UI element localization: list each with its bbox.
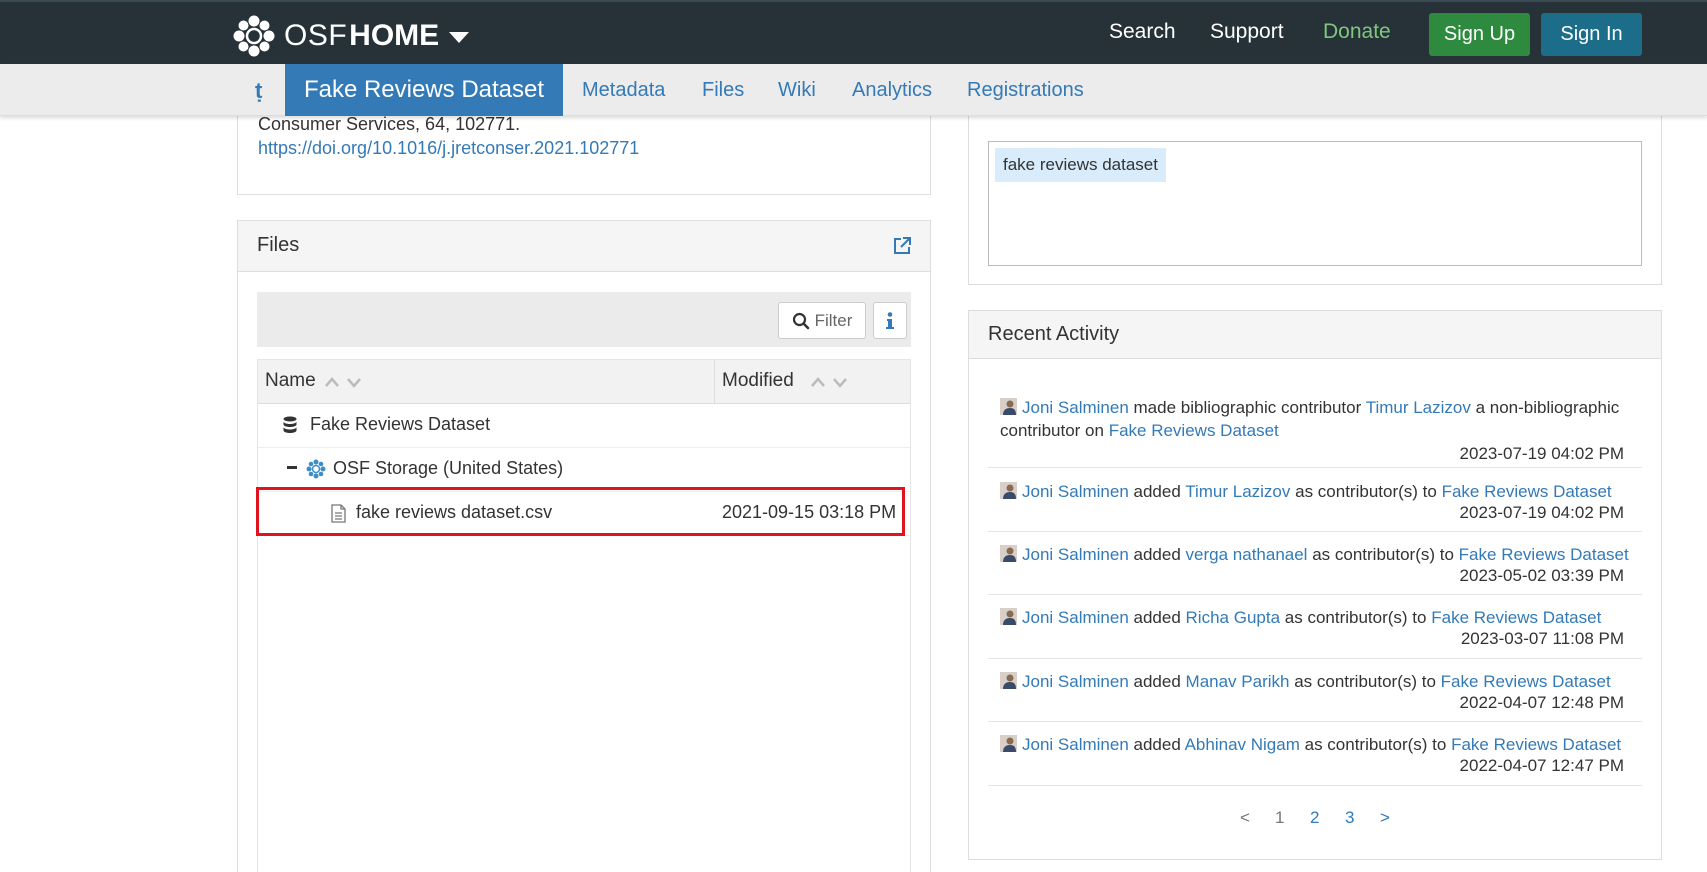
activity-date: 2023-07-19 04:02 PM (1459, 444, 1624, 463)
sign-up-button[interactable]: Sign Up (1429, 13, 1530, 56)
top-navbar: OSF HOME Search Support Donate Sign Up S… (0, 0, 1707, 64)
activity-project-link[interactable]: Fake Reviews Dataset (1442, 482, 1612, 501)
activity-item: Joni Salminen added Timur Lazizov as con… (988, 468, 1642, 532)
pager-page-2[interactable]: 2 (1310, 808, 1319, 828)
osf-home-brand[interactable]: OSF HOME (232, 14, 470, 58)
column-name-header: Name (265, 370, 316, 391)
nav-donate-link[interactable]: Donate (1323, 20, 1391, 44)
activity-item: Joni Salminen added Manav Parikh as cont… (988, 659, 1642, 722)
file-row-project[interactable]: Fake Reviews Dataset (258, 404, 910, 448)
activity-user-link[interactable]: Joni Salminen (1022, 608, 1129, 627)
tags-panel: fake reviews dataset (968, 100, 1662, 285)
osf-logo-icon (233, 15, 275, 57)
activity-project-link[interactable]: Fake Reviews Dataset (1451, 735, 1621, 754)
tags-input[interactable]: fake reviews dataset (988, 141, 1642, 266)
recent-activity-panel: Recent Activity Joni Salminen made bibli… (968, 310, 1662, 860)
tab-wiki[interactable]: Wiki (778, 79, 816, 102)
activity-date: 2023-05-02 03:39 PM (1459, 566, 1624, 585)
avatar-icon (1000, 672, 1017, 689)
activity-project-link[interactable]: Fake Reviews Dataset (1441, 672, 1611, 691)
highlight-box (256, 487, 905, 536)
tab-registrations[interactable]: Registrations (967, 79, 1084, 102)
sort-arrows-icon[interactable] (810, 375, 848, 389)
activity-user-link[interactable]: Joni Salminen (1022, 672, 1129, 691)
nav-search-link[interactable]: Search (1109, 20, 1176, 44)
activity-user-link[interactable]: Joni Salminen (1022, 545, 1129, 564)
pager-prev[interactable]: < (1240, 808, 1250, 828)
activity-item: Joni Salminen made bibliographic contrib… (988, 396, 1642, 468)
file-toolbar: Filter (257, 292, 911, 347)
file-tree-table: Name Modified Fake Reviews Dataset OSF S… (257, 359, 911, 872)
citation-doi-link[interactable]: https://doi.org/10.1016/j.jretconser.202… (258, 138, 639, 159)
activity-panel-header: Recent Activity (969, 311, 1661, 359)
activity-user-link[interactable]: Joni Salminen (1022, 482, 1129, 501)
sign-in-button[interactable]: Sign In (1541, 13, 1642, 56)
avatar-icon (1000, 545, 1017, 562)
activity-target-link[interactable]: Timur Lazizov (1366, 398, 1471, 417)
citation-text: Consumer Services, 64, 102771. (258, 114, 521, 134)
project-subnav: ṭ Fake Reviews Dataset Metadata Files Wi… (0, 64, 1707, 116)
pager-page-1[interactable]: 1 (1275, 808, 1284, 828)
info-button[interactable] (873, 302, 907, 339)
tag-chip[interactable]: fake reviews dataset (995, 148, 1166, 182)
files-panel-title: Files (257, 234, 300, 256)
activity-date: 2023-03-07 11:08 PM (1460, 629, 1624, 648)
file-row-name: Fake Reviews Dataset (310, 414, 491, 434)
activity-user-link[interactable]: Joni Salminen (1022, 398, 1129, 417)
file-table-header: Name Modified (258, 360, 910, 404)
activity-project-link[interactable]: Fake Reviews Dataset (1459, 545, 1629, 564)
activity-target-link[interactable]: Timur Lazizov (1185, 482, 1290, 501)
filter-button[interactable]: Filter (778, 302, 866, 339)
file-row-name: OSF Storage (United States) (333, 458, 564, 478)
pager-page-3[interactable]: 3 (1345, 808, 1354, 828)
avatar-icon (1000, 398, 1017, 415)
activity-date: 2022-04-07 12:48 PM (1459, 693, 1624, 712)
info-icon (886, 311, 894, 329)
brand-osf-text: OSF (284, 19, 348, 52)
activity-item: Joni Salminen added Richa Gupta as contr… (988, 595, 1642, 659)
tab-metadata[interactable]: Metadata (582, 79, 665, 102)
external-link-icon[interactable] (892, 236, 912, 256)
sort-arrows-icon[interactable] (324, 375, 362, 389)
avatar-icon (1000, 482, 1017, 499)
osf-storage-icon (306, 459, 326, 479)
activity-target-link[interactable]: Manav Parikh (1186, 672, 1290, 691)
activity-user-link[interactable]: Joni Salminen (1022, 735, 1129, 754)
column-modified-header: Modified (722, 370, 794, 391)
activity-target-link[interactable]: verga nathanael (1186, 545, 1308, 564)
activity-project-link[interactable]: Fake Reviews Dataset (1431, 608, 1601, 627)
activity-item: Joni Salminen added verga nathanael as c… (988, 532, 1642, 595)
nav-support-link[interactable]: Support (1210, 20, 1284, 44)
avatar-icon (1000, 608, 1017, 625)
activity-target-link[interactable]: Richa Gupta (1186, 608, 1281, 627)
avatar-icon (1000, 735, 1017, 752)
files-panel-header: Files (238, 221, 930, 272)
collapse-minus-icon[interactable] (287, 466, 297, 469)
activity-date: 2023-07-19 04:02 PM (1459, 503, 1624, 522)
search-icon (792, 312, 809, 329)
caret-down-icon[interactable] (449, 32, 470, 43)
tab-analytics[interactable]: Analytics (852, 79, 932, 102)
database-icon (283, 416, 297, 433)
activity-panel-title: Recent Activity (988, 323, 1120, 345)
file-row-storage[interactable]: OSF Storage (United States) (258, 448, 910, 492)
parent-project-icon[interactable]: ṭ (255, 78, 262, 104)
activity-target-link[interactable]: Abhinav Nigam (1185, 735, 1300, 754)
tab-files[interactable]: Files (702, 79, 744, 102)
brand-home-text: HOME (349, 19, 440, 52)
pager-next[interactable]: > (1380, 808, 1390, 828)
files-panel: Files Filter Name Modified Fake Reviews … (237, 220, 931, 872)
activity-item: Joni Salminen added Abhinav Nigam as con… (988, 722, 1642, 786)
filter-label: Filter (814, 310, 853, 330)
activity-date: 2022-04-07 12:47 PM (1459, 756, 1624, 775)
tab-project-home[interactable]: Fake Reviews Dataset (285, 64, 563, 116)
activity-project-link[interactable]: Fake Reviews Dataset (1109, 421, 1279, 440)
